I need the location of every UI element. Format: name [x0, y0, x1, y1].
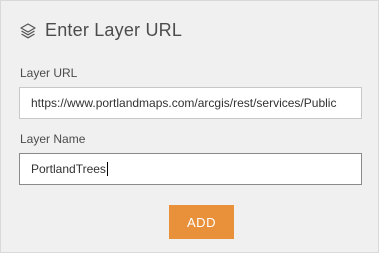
text-caret: [106, 162, 108, 176]
layer-url-value: https://www.portlandmaps.com/arcgis/rest…: [31, 96, 337, 110]
enter-layer-url-panel: Enter Layer URL Layer URL https://www.po…: [0, 0, 379, 253]
layer-name-value: PortlandTrees: [31, 162, 106, 176]
layer-name-input[interactable]: PortlandTrees: [19, 153, 362, 185]
panel-title: Enter Layer URL: [45, 20, 183, 40]
add-button[interactable]: ADD: [169, 205, 234, 239]
layer-name-label: Layer Name: [20, 132, 86, 146]
layers-icon: [19, 22, 37, 40]
layer-url-label: Layer URL: [20, 66, 78, 80]
layer-url-input[interactable]: https://www.portlandmaps.com/arcgis/rest…: [19, 87, 362, 119]
panel-header: Enter Layer URL: [19, 20, 182, 41]
